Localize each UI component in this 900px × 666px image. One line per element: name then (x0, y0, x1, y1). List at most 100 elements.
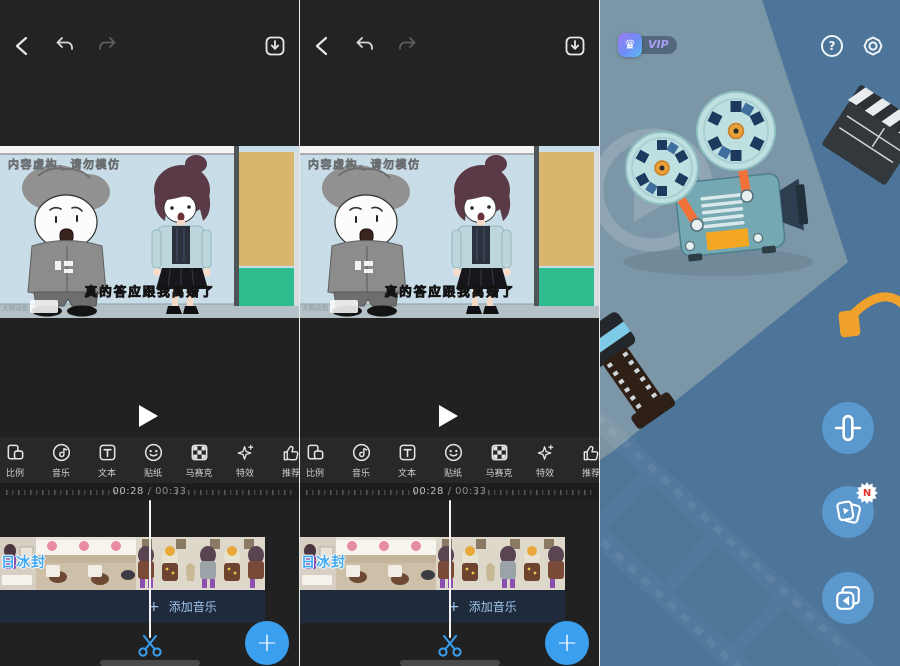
time-display: 00:28 / 00:33 (0, 486, 299, 497)
watermark-text: 大碗动画 (302, 303, 328, 312)
film-reel-left (626, 132, 698, 204)
time-separator: / (448, 486, 452, 497)
help-button[interactable]: ? (821, 35, 843, 57)
tool-label: 音乐 (52, 466, 70, 479)
undo-icon[interactable] (54, 35, 76, 57)
help-glyph: ? (829, 39, 836, 53)
back-icon[interactable] (312, 35, 334, 57)
tool-label: 推荐 (582, 466, 599, 479)
tool-label: 马赛克 (185, 466, 212, 479)
vip-badge[interactable]: VIP ♛ (618, 33, 642, 57)
disclaimer-text: 内容虚构，请勿模仿 (308, 157, 421, 171)
time-current: 00:28 (113, 486, 144, 497)
add-clip-button[interactable]: + (545, 621, 589, 665)
editor-toolbar: 比例 音乐 文本 贴纸 马赛克 特效 推荐 (300, 437, 599, 483)
add-music-label: 添加音乐 (169, 598, 217, 615)
tool-mosaic[interactable]: 马赛克 (476, 437, 522, 483)
crown-icon: ♛ (618, 33, 642, 57)
projector-illustration (600, 0, 900, 666)
tool-label: 贴纸 (444, 466, 462, 479)
tool-text[interactable]: 文本 (384, 437, 430, 483)
play-button[interactable] (139, 405, 158, 427)
time-display: 00:28 / 00:33 (300, 486, 599, 497)
tool-sticker[interactable]: 贴纸 (130, 437, 176, 483)
redo-icon[interactable] (96, 35, 118, 57)
tool-ratio[interactable]: 比例 (300, 437, 338, 483)
back-icon[interactable] (12, 35, 34, 57)
mosaic-icon (489, 442, 510, 463)
tool-label: 比例 (306, 466, 324, 479)
editor-screen-middle: 内容虚构，请勿模仿 真的答应跟我离婚了 大碗动画 比例 音乐 文本 贴纸 马赛克… (300, 0, 599, 666)
tool-effects[interactable]: 特效 (522, 437, 568, 483)
tool-label: 贴纸 (144, 466, 162, 479)
editor-topbar (0, 0, 299, 146)
playhead[interactable] (149, 500, 151, 638)
export-icon[interactable] (264, 35, 286, 57)
tool-label: 音乐 (352, 466, 370, 479)
watermark-text: 大碗动画 (2, 303, 28, 312)
undo-icon[interactable] (354, 35, 376, 57)
stacked-clips-icon (834, 584, 862, 612)
add-music-label: 添加音乐 (469, 598, 517, 615)
add-clip-plus: + (556, 628, 578, 658)
templates-button[interactable]: N (822, 486, 874, 538)
video-preview[interactable]: 内容虚构，请勿模仿 真的答应跟我离婚了 大碗动画 (300, 146, 599, 318)
text-icon (397, 442, 418, 463)
ratio-icon (5, 442, 26, 463)
add-clip-button[interactable]: + (245, 621, 289, 665)
new-badge: N (856, 482, 878, 504)
split-scissors-button[interactable] (135, 629, 165, 659)
quick-edit-button[interactable] (822, 402, 874, 454)
tool-mosaic[interactable]: 马赛克 (176, 437, 222, 483)
editor-toolbar: 比例 音乐 文本 贴纸 马赛克 特效 推荐 (0, 437, 299, 483)
play-button[interactable] (439, 405, 458, 427)
editor-topbar (300, 0, 599, 146)
add-music-bar[interactable]: + 添加音乐 (300, 590, 565, 623)
sticker-icon (143, 442, 164, 463)
tool-label: 特效 (536, 466, 554, 479)
effects-icon (235, 442, 256, 463)
playhead[interactable] (449, 500, 451, 638)
tool-ratio[interactable]: 比例 (0, 437, 38, 483)
tool-music[interactable]: 音乐 (338, 437, 384, 483)
redo-icon[interactable] (396, 35, 418, 57)
thumbs-up-icon (281, 442, 300, 463)
home-indicator (400, 660, 500, 666)
tool-label: 推荐 (282, 466, 299, 479)
tool-recommend[interactable]: 推荐 (568, 437, 599, 483)
home-screen-panel: VIP ♛ ? N (600, 0, 900, 666)
tool-sticker[interactable]: 贴纸 (430, 437, 476, 483)
music-icon (51, 442, 72, 463)
video-preview[interactable]: 内容虚构，请勿模仿 真的答应跟我离婚了 大碗动画 (0, 146, 299, 318)
drafts-button[interactable] (822, 572, 874, 624)
time-ruler[interactable]: 00:28 / 00:33 (300, 483, 599, 501)
new-badge-letter: N (856, 482, 878, 504)
text-icon (97, 442, 118, 463)
tool-music[interactable]: 音乐 (38, 437, 84, 483)
tool-label: 马赛克 (485, 466, 512, 479)
effects-icon (535, 442, 556, 463)
tool-label: 文本 (398, 466, 416, 479)
tool-recommend[interactable]: 推荐 (268, 437, 299, 483)
tool-effects[interactable]: 特效 (222, 437, 268, 483)
ratio-icon (305, 442, 326, 463)
time-total: 00:33 (455, 486, 486, 497)
time-ruler[interactable]: 00:28 / 00:33 (0, 483, 299, 501)
thumbs-up-icon (581, 442, 600, 463)
add-music-bar[interactable]: + 添加音乐 (0, 590, 265, 623)
tool-text[interactable]: 文本 (84, 437, 130, 483)
subtitle-text: 真的答应跟我离婚了 (385, 284, 516, 299)
tool-label: 文本 (98, 466, 116, 479)
sticker-icon (443, 442, 464, 463)
tool-label: 特效 (236, 466, 254, 479)
music-icon (351, 442, 372, 463)
subtitle-text: 真的答应跟我离婚了 (85, 284, 216, 299)
export-icon[interactable] (564, 35, 586, 57)
settings-gear-icon[interactable] (862, 35, 884, 57)
film-reel-right (697, 92, 775, 170)
time-total: 00:33 (155, 486, 186, 497)
editor-screen-left: 内容虚构，请勿模仿 真的答应跟我离婚了 大碗动画 比例 音乐 文本 贴纸 马赛克… (0, 0, 299, 666)
split-scissors-button[interactable] (435, 629, 465, 659)
clip-trim-icon (834, 414, 862, 442)
time-current: 00:28 (413, 486, 444, 497)
